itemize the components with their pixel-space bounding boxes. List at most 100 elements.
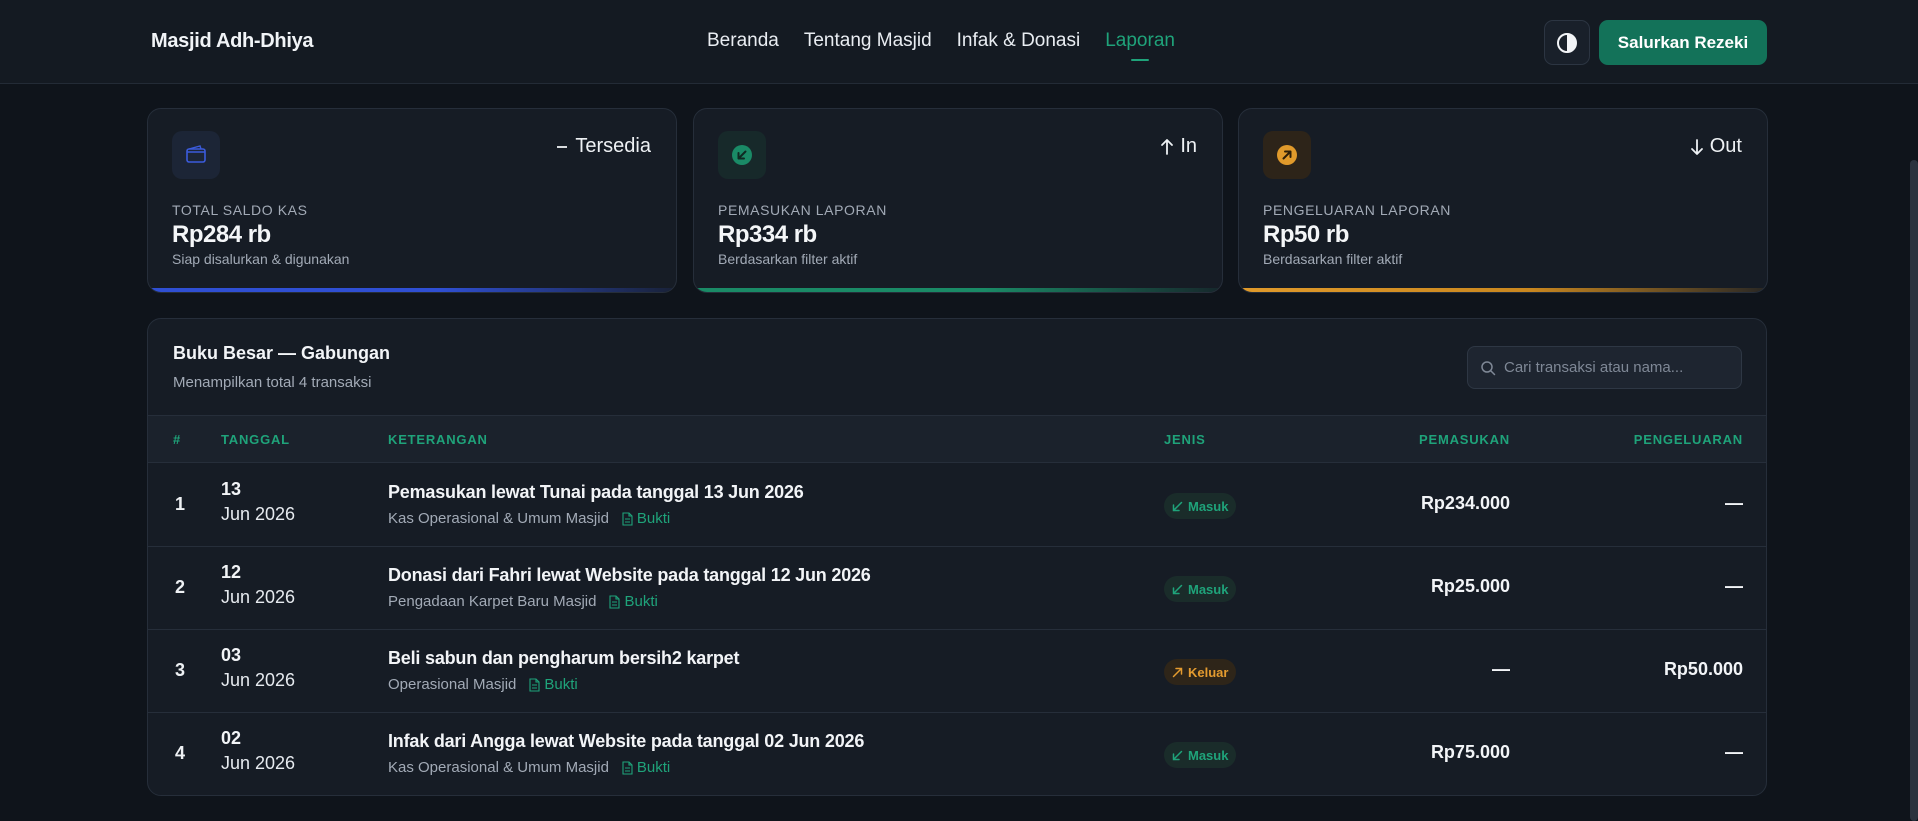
row-meta: Kas Operasional & Umum Masjid Bukti [388, 759, 670, 776]
arrow-down-left-icon [732, 145, 752, 165]
row-income: Rp25.000 [1430, 576, 1510, 596]
proof-link[interactable]: Bukti [621, 510, 670, 527]
column-header-desc[interactable]: KETERANGAN [388, 432, 488, 447]
proof-link[interactable]: Bukti [528, 676, 578, 693]
type-badge-masuk: Masuk [1164, 742, 1237, 768]
row-meta: Kas Operasional & Umum Masjid Bukti [388, 510, 670, 527]
arrow-down-left-icon [1172, 750, 1183, 760]
stat-card-pengeluaran: Out PENGELUARAN LAPORAN Rp50 rb Berdasar… [1238, 108, 1768, 293]
arrow-down-left-icon [1172, 501, 1183, 511]
contrast-icon [1557, 32, 1577, 53]
row-category: Kas Operasional & Umum Masjid [388, 510, 609, 527]
ledger-title: Buku Besar — Gabungan [173, 343, 391, 363]
top-navbar: Masjid Adh-Dhiya Beranda Tentang Masjid … [0, 0, 1918, 84]
row-expense: — [1725, 576, 1743, 596]
table-header: # TANGGAL KETERANGAN JENIS PEMASUKAN PEN… [148, 415, 1766, 463]
row-income: Rp234.000 [1420, 493, 1510, 513]
row-month: Jun 2026 [221, 753, 296, 773]
document-icon [529, 677, 540, 692]
stat-trend: Tersedia [555, 135, 651, 158]
stat-trend: Out [1690, 135, 1742, 158]
proof-label: Bukti [544, 676, 578, 693]
type-badge-label: Keluar [1188, 664, 1229, 680]
proof-link[interactable]: Bukti [608, 593, 658, 610]
column-header-num: # [173, 432, 182, 447]
row-expense: — [1725, 742, 1743, 762]
row-expense: Rp50.000 [1663, 659, 1743, 679]
ledger-panel: Buku Besar — Gabungan Menampilkan total … [147, 318, 1767, 796]
stat-icon-box [718, 131, 766, 179]
row-day: 03 [221, 645, 242, 665]
row-income: Rp75.000 [1430, 742, 1510, 762]
type-badge-label: Masuk [1188, 498, 1229, 514]
proof-label: Bukti [636, 759, 671, 776]
salurkan-rezeki-button[interactable]: Salurkan Rezeki [1599, 20, 1767, 65]
arrow-up-right-icon [1172, 667, 1183, 677]
stat-value: Rp50 rb [1263, 221, 1349, 248]
search-icon [1481, 361, 1496, 376]
column-header-type[interactable]: JENIS [1164, 432, 1206, 447]
row-day: 02 [221, 728, 242, 748]
stat-accent-bar [148, 288, 676, 292]
stat-label: PEMASUKAN LAPORAN [718, 202, 887, 218]
ledger-subtitle: Menampilkan total 4 transaksi [173, 374, 372, 391]
stat-accent-bar [694, 288, 1222, 292]
search-input[interactable] [1504, 347, 1734, 388]
arrow-down-left-icon [1172, 584, 1183, 594]
stat-value: Rp284 rb [172, 221, 271, 248]
table-row[interactable]: 3 03 Jun 2026 Beli sabun dan pengharum b… [148, 630, 1766, 713]
row-number: 1 [175, 494, 186, 514]
arrow-up-right-icon [1277, 145, 1297, 165]
table-row[interactable]: 1 13 Jun 2026 Pemasukan lewat Tunai pada… [148, 464, 1766, 547]
row-number: 4 [175, 743, 186, 763]
row-month: Jun 2026 [221, 504, 296, 524]
stat-trend-label: Out [1709, 135, 1742, 157]
row-number: 3 [175, 660, 186, 680]
stat-subtext: Berdasarkan filter aktif [718, 251, 858, 267]
stat-accent-bar [1239, 288, 1767, 292]
brand-logo-text[interactable]: Masjid Adh-Dhiya [151, 30, 314, 53]
stat-label: PENGELUARAN LAPORAN [1263, 202, 1452, 218]
stat-value: Rp334 rb [718, 221, 817, 248]
row-category: Kas Operasional & Umum Masjid [388, 759, 609, 776]
document-icon [609, 594, 621, 609]
type-badge-label: Masuk [1188, 747, 1229, 763]
stat-subtext: Berdasarkan filter aktif [1263, 251, 1403, 267]
type-badge-label: Masuk [1188, 581, 1229, 597]
row-income: — [1492, 659, 1510, 679]
row-meta: Pengadaan Karpet Baru Masjid Bukti [388, 593, 658, 610]
nav-item-laporan[interactable]: Laporan [1105, 30, 1175, 61]
row-month: Jun 2026 [221, 587, 296, 607]
column-header-date[interactable]: TANGGAL [221, 432, 290, 447]
type-badge-keluar: Keluar [1164, 659, 1237, 685]
table-row[interactable]: 4 02 Jun 2026 Infak dari Angga lewat Web… [148, 713, 1766, 795]
row-day: 13 [221, 479, 242, 499]
main-nav: Beranda Tentang Masjid Infak & Donasi La… [707, 30, 1175, 61]
stat-label: TOTAL SALDO KAS [172, 202, 308, 218]
nav-item-beranda[interactable]: Beranda [707, 30, 779, 52]
minus-icon [557, 145, 568, 148]
type-badge-masuk: Masuk [1164, 576, 1237, 602]
page-scrollbar[interactable] [1910, 160, 1918, 821]
stat-subtext: Siap disalurkan & digunakan [172, 251, 350, 267]
nav-item-tentang-masjid[interactable]: Tentang Masjid [804, 30, 932, 52]
stat-icon-box [172, 131, 220, 179]
column-header-income[interactable]: PEMASUKAN [1419, 432, 1510, 447]
table-row[interactable]: 2 12 Jun 2026 Donasi dari Fahri lewat We… [148, 547, 1766, 630]
stat-trend-label: Tersedia [575, 135, 651, 157]
proof-link[interactable]: Bukti [621, 759, 670, 776]
theme-toggle-button[interactable] [1544, 20, 1590, 65]
row-description: Donasi dari Fahri lewat Website pada tan… [388, 565, 871, 585]
row-expense: — [1725, 493, 1743, 513]
document-icon [622, 511, 633, 526]
row-meta: Operasional Masjid Bukti [388, 676, 578, 693]
row-month: Jun 2026 [221, 670, 296, 690]
proof-label: Bukti [636, 510, 671, 527]
proof-label: Bukti [624, 593, 658, 610]
row-number: 2 [175, 577, 186, 597]
row-description: Beli sabun dan pengharum bersih2 karpet [388, 648, 740, 668]
nav-item-infak-donasi[interactable]: Infak & Donasi [957, 30, 1081, 52]
search-box [1467, 346, 1742, 389]
column-header-expense[interactable]: PENGELUARAN [1634, 432, 1743, 447]
arrow-down-icon [1690, 138, 1703, 155]
